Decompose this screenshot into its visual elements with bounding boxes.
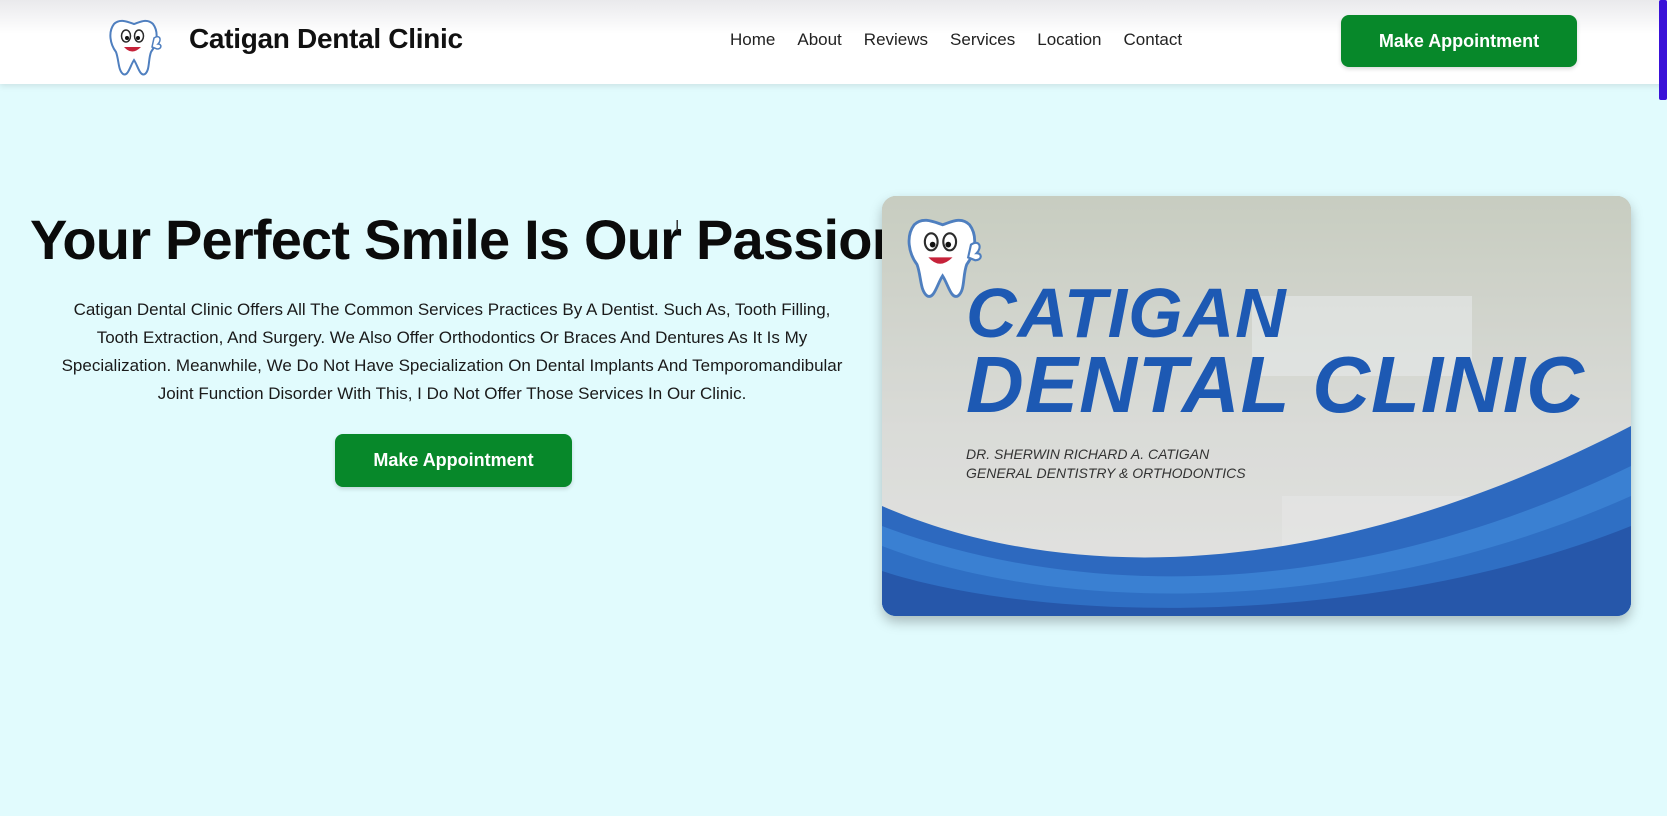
scrollbar-thumb[interactable] bbox=[1659, 0, 1667, 100]
banner-specialty: GENERAL DENTISTRY & ORTHODONTICS bbox=[966, 465, 1246, 481]
nav-services-link[interactable]: Services bbox=[950, 30, 1015, 50]
hero-title: Your Perfect Smile Is Our Passion bbox=[30, 208, 906, 271]
nav-about-link[interactable]: About bbox=[797, 30, 841, 50]
hero-description: Catigan Dental Clinic Offers All The Com… bbox=[61, 300, 843, 403]
banner-doctor-name: DR. SHERWIN RICHARD A. CATIGAN bbox=[966, 446, 1210, 462]
nav-contact-link[interactable]: Contact bbox=[1124, 30, 1183, 50]
banner-title: CATIGAN DENTAL CLINIC bbox=[966, 274, 1585, 429]
nav-home-link[interactable]: Home bbox=[730, 30, 775, 50]
banner-subtitle: DR. SHERWIN RICHARD A. CATIGAN GENERAL D… bbox=[966, 445, 1246, 483]
main-nav: Home About Reviews Services Location Con… bbox=[730, 30, 1204, 50]
banner-title-line1: CATIGAN bbox=[966, 274, 1287, 352]
nav-location-link[interactable]: Location bbox=[1037, 30, 1101, 50]
banner-title-line2: DENTAL CLINIC bbox=[966, 339, 1585, 429]
nav-reviews-link[interactable]: Reviews bbox=[864, 30, 928, 50]
brand-name[interactable]: Catigan Dental Clinic bbox=[189, 23, 463, 55]
clinic-banner-image: CATIGAN DENTAL CLINIC DR. SHERWIN RICHAR… bbox=[882, 196, 1631, 616]
top-navbar: Catigan Dental Clinic Home About Reviews… bbox=[0, 0, 1667, 84]
tooth-mascot-icon[interactable] bbox=[104, 14, 166, 78]
header-make-appointment-button[interactable]: Make Appointment bbox=[1341, 15, 1577, 67]
hero-make-appointment-button[interactable]: Make Appointment bbox=[335, 434, 572, 487]
text-cursor-icon: I bbox=[675, 218, 680, 235]
